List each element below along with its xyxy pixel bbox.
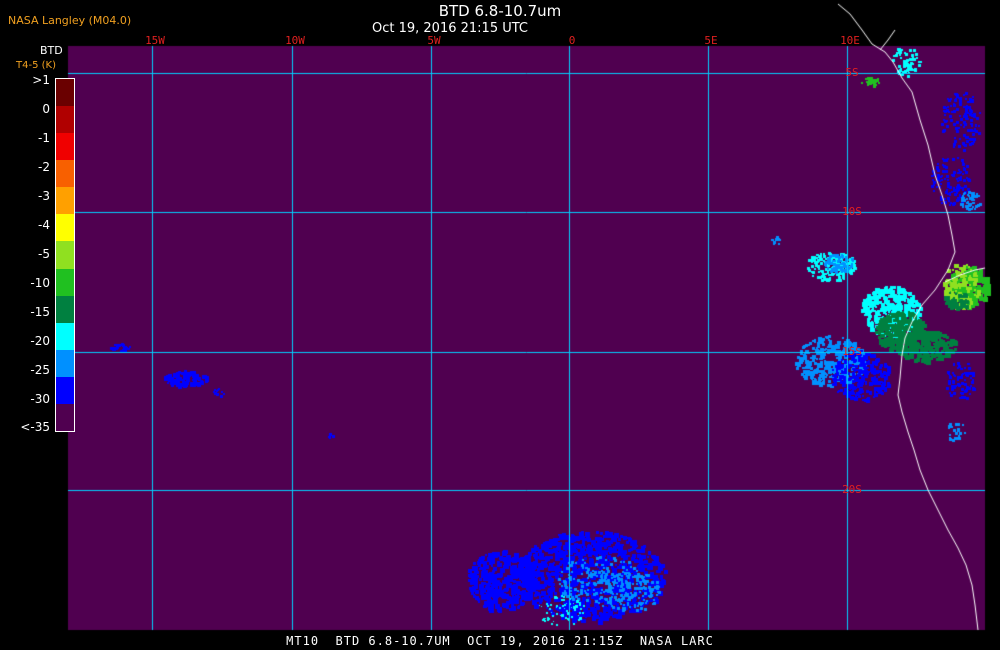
longitude-label: 10E — [840, 34, 860, 47]
longitude-label: 5E — [704, 34, 718, 47]
latitude-label: 15S — [842, 345, 862, 358]
colorbar-swatch — [56, 349, 74, 378]
image-title: BTD 6.8-10.7um — [438, 2, 562, 20]
footer-caption: MT10 BTD 6.8-10.7UM OCT 19, 2016 21:15Z … — [286, 634, 714, 648]
colorbar-swatch — [56, 295, 74, 324]
latitude-label: 20S — [842, 483, 862, 496]
colorbar-swatch — [56, 160, 74, 188]
longitude-label: 10W — [285, 34, 305, 47]
colorbar — [55, 78, 75, 432]
colorbar-swatch — [56, 376, 74, 405]
btd-satellite-map — [0, 0, 1000, 650]
colorbar-label: <-35 — [20, 420, 50, 434]
colorbar-label: -4 — [38, 218, 50, 232]
colorbar-labels: >1 0 -1 -2 -3 -4 -5 -10 -15 -20 -25 -30 <-35 — [0, 0, 55, 450]
longitude-label: 0 — [568, 34, 576, 47]
longitude-label: 15W — [145, 34, 165, 47]
latitude-label: 5S — [845, 66, 859, 79]
colorbar-label: 0 — [42, 102, 50, 116]
colorbar-swatch — [56, 133, 74, 161]
colorbar-label: -3 — [38, 189, 50, 203]
colorbar-swatch — [56, 268, 74, 297]
colorbar-label: >1 — [32, 73, 50, 87]
colorbar-swatch — [56, 214, 74, 242]
colorbar-swatch — [56, 322, 74, 351]
longitude-label: 5W — [427, 34, 441, 47]
colorbar-swatch — [56, 403, 74, 432]
colorbar-label: -2 — [38, 160, 50, 174]
colorbar-label: -25 — [30, 363, 50, 377]
colorbar-swatch — [56, 79, 74, 107]
satellite-image-viewer: { "header": { "producer": "NASA Langley … — [0, 0, 1000, 650]
colorbar-label: -5 — [38, 247, 50, 261]
colorbar-label: -30 — [30, 392, 50, 406]
colorbar-label: -20 — [30, 334, 50, 348]
colorbar-swatch — [56, 187, 74, 215]
colorbar-label: -1 — [38, 131, 50, 145]
colorbar-label: -10 — [30, 276, 50, 290]
colorbar-swatch — [56, 241, 74, 270]
colorbar-swatch — [56, 106, 74, 134]
colorbar-label: -15 — [30, 305, 50, 319]
latitude-label: 10S — [842, 205, 862, 218]
